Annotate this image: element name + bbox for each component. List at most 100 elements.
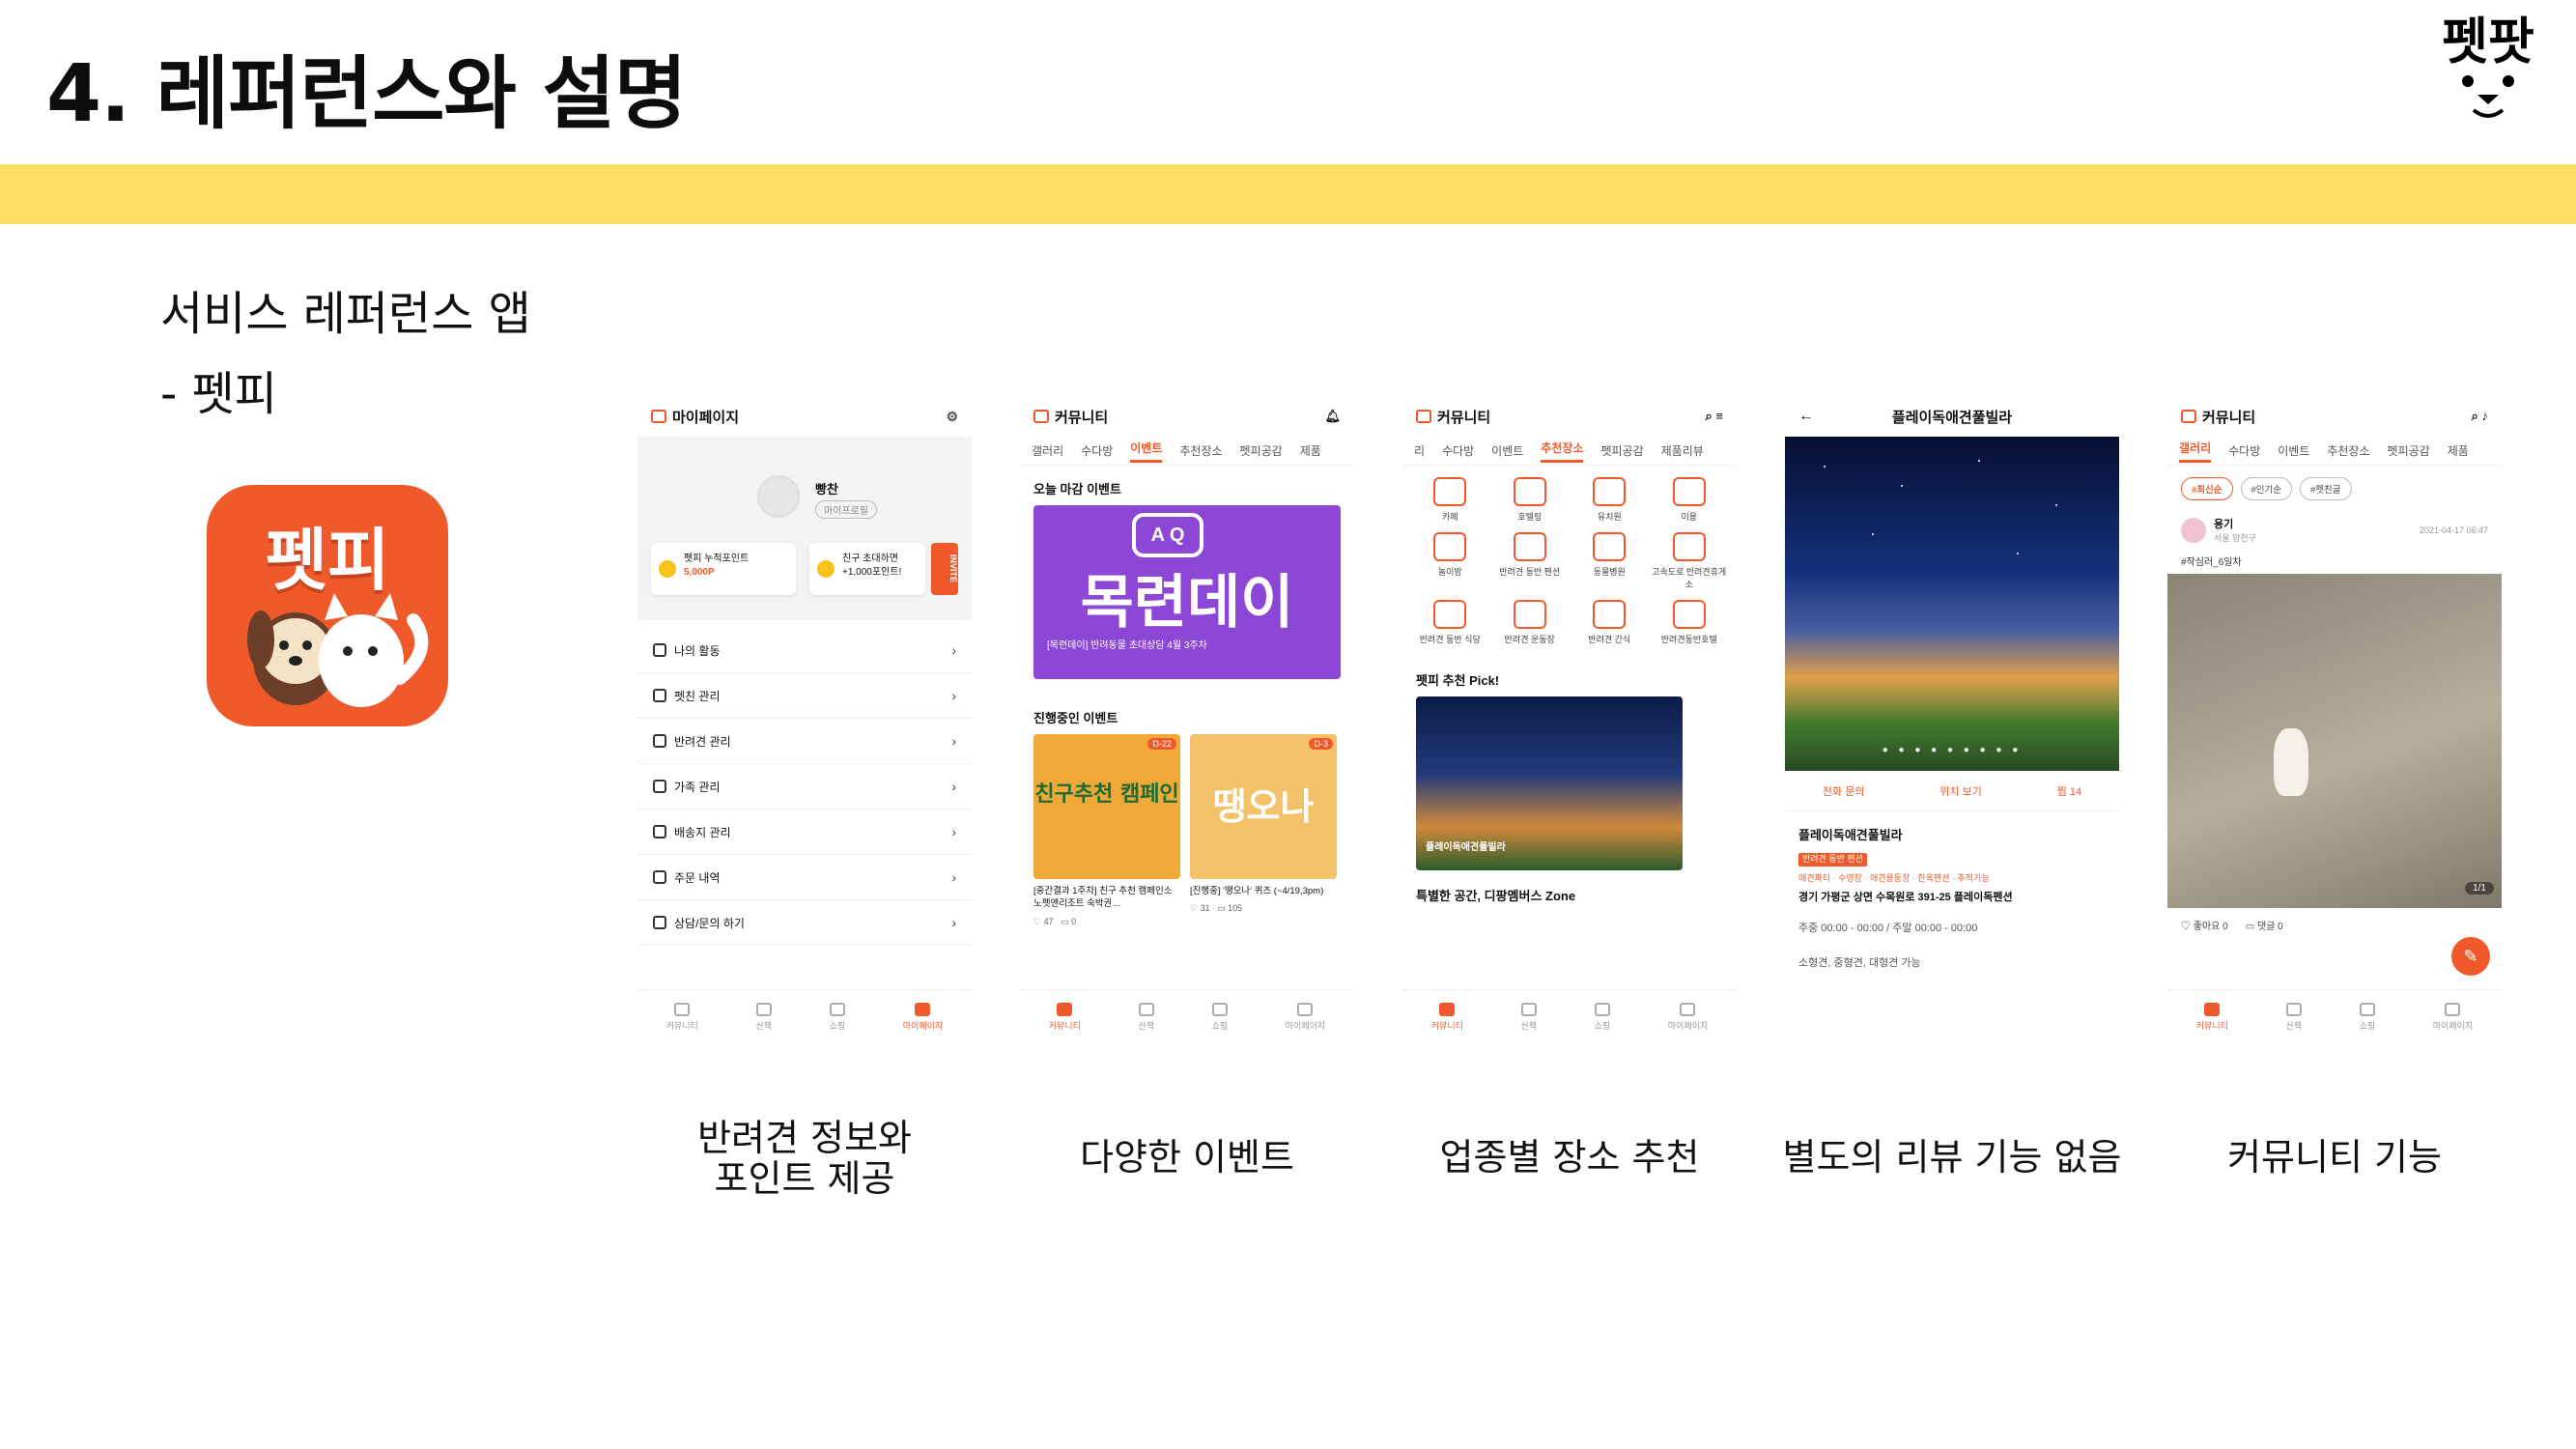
category-playroom[interactable]: 놀이방 <box>1410 532 1490 590</box>
tab-gallery[interactable]: 갤러리 <box>1032 442 1063 459</box>
menu-item[interactable]: 나의 활동 › <box>637 628 972 673</box>
location-button[interactable]: 위치 보기 <box>1939 783 1982 799</box>
tab-event[interactable]: 이벤트 <box>1491 442 1523 459</box>
nav-mypage[interactable]: 마이페이지 <box>1668 1002 1708 1032</box>
chip-popular[interactable]: #인기순 <box>2240 477 2293 500</box>
nav-community[interactable]: 커뮤니티 <box>1431 1002 1463 1032</box>
place-address: 경기 가평군 상면 수목원로 391-25 플레이독펜션 <box>1798 892 2013 903</box>
section-subtitle: - 펫피 <box>160 367 277 421</box>
category-cafe[interactable]: 카페 <box>1410 477 1490 523</box>
nav-shopping[interactable]: 쇼핑 <box>1595 1002 1610 1032</box>
menu-item[interactable]: 반려견 관리 › <box>637 719 972 764</box>
event-card[interactable]: D-3 땡오나 [진행중] '땡오나' 퀴즈 (~4/19,3pm) ♡ 31 … <box>1190 734 1337 927</box>
places-screen: 커뮤니티 ⌕ ≡ 리 수다방 이벤트 추천장소 펫피공감 제품리뷰 카페 호텔링… <box>1402 396 1737 1043</box>
coin-icon <box>817 560 835 578</box>
tab-reviews[interactable]: 제품리뷰 <box>1661 442 1704 459</box>
nav-mypage[interactable]: 마이페이지 <box>903 1002 943 1032</box>
favorite-button[interactable]: 찜 14 <box>2057 783 2081 799</box>
profile-badge[interactable]: 마이프로필 <box>815 500 877 519</box>
place-hero-image[interactable]: ● ● ● ● ● ● ● ● ● <box>1785 437 2119 771</box>
like-count: 31 <box>1200 903 1210 914</box>
community-icon <box>1057 1002 1073 1016</box>
nav-mypage[interactable]: 마이페이지 <box>1286 1002 1325 1032</box>
tab-chat[interactable]: 수다방 <box>1081 442 1113 459</box>
category-snack[interactable]: 반려견 간식 <box>1570 600 1650 645</box>
nav-community[interactable]: 커뮤니티 <box>2196 1002 2228 1032</box>
search-icon[interactable]: ⌕ ♪ <box>2472 409 2488 424</box>
ball-icon <box>1513 600 1546 629</box>
nav-label: 쇼핑 <box>2359 1020 2376 1031</box>
nav-walk[interactable]: 산책 <box>1138 1002 1154 1032</box>
call-button[interactable]: 전화 문의 <box>1823 783 1865 799</box>
comment-button[interactable]: ▭ 댓글 0 <box>2246 918 2283 932</box>
dog-photo <box>2274 728 2308 796</box>
back-arrow-icon[interactable]: ← <box>1798 408 1814 425</box>
nav-walk[interactable]: 산책 <box>1520 1002 1537 1032</box>
tab-gallery[interactable]: 갤러리 <box>2179 440 2212 463</box>
bell-icon[interactable]: 🔔︎ <box>1324 409 1341 424</box>
invite-button[interactable]: INVITE <box>931 543 958 595</box>
avatar[interactable] <box>2181 517 2206 543</box>
menu-item[interactable]: 주문 내역 › <box>637 855 972 900</box>
ongoing-events-title: 진행중인 이벤트 <box>1033 711 1118 725</box>
search-icon[interactable]: ⌕ ≡ <box>1706 409 1723 424</box>
tab-empathy[interactable]: 펫피공감 <box>2388 442 2430 459</box>
tab-event[interactable]: 이벤트 <box>2278 442 2309 459</box>
tab-empathy[interactable]: 펫피공감 <box>1600 442 1643 459</box>
tab-chat[interactable]: 수다방 <box>1442 442 1474 459</box>
nav-walk[interactable]: 산책 <box>755 1002 772 1032</box>
category-hotel[interactable]: 호텔링 <box>1490 477 1571 523</box>
menu-item[interactable]: 배송지 관리 › <box>637 810 972 855</box>
community-tabs: 리 수다방 이벤트 추천장소 펫피공감 제품리뷰 <box>1402 437 1737 466</box>
nav-shopping[interactable]: 쇼핑 <box>2359 1002 2376 1032</box>
profile-card: 빵찬 마이프로필 펫피 누적포인트 5,000P 친구 초대하면 +1,000포… <box>637 437 972 620</box>
nav-shopping[interactable]: 쇼핑 <box>1212 1002 1228 1032</box>
tab-places[interactable]: 추천장소 <box>1541 440 1584 463</box>
chevron-right-icon: › <box>951 824 956 839</box>
menu-item[interactable]: 상담/문의 하기 › <box>637 900 972 946</box>
nav-shopping[interactable]: 쇼핑 <box>830 1002 845 1032</box>
event-image: D-22 친구추천 캠페인 <box>1033 734 1180 879</box>
restaurant-icon <box>1433 600 1467 629</box>
tab-chat[interactable]: 수다방 <box>2228 442 2260 459</box>
post-user: 용기 <box>2214 519 2234 530</box>
person-icon <box>1680 1002 1696 1016</box>
settings-gear-icon[interactable]: ⚙ <box>946 409 958 425</box>
category-rest-area[interactable]: 고속도로 반려견휴게소 <box>1650 532 1730 590</box>
category-restaurant[interactable]: 반려견 동반 식당 <box>1410 600 1490 645</box>
carousel-dots[interactable]: ● ● ● ● ● ● ● ● ● <box>1785 745 2119 755</box>
event-banner[interactable]: A Q 목련데이 [목련데이] 반려동물 초대상담 4월 3주차 <box>1033 505 1341 679</box>
nav-mypage[interactable]: 마이페이지 <box>2433 1002 2473 1032</box>
menu-label: 나의 활동 <box>674 643 721 658</box>
nav-community[interactable]: 커뮤니티 <box>1049 1002 1081 1032</box>
tab-event[interactable]: 이벤트 <box>1130 440 1163 463</box>
post-image[interactable]: 1/1 <box>2167 574 2502 908</box>
menu-item[interactable]: 펫친 관리 › <box>637 673 972 719</box>
nav-community[interactable]: 커뮤니티 <box>666 1002 698 1032</box>
nav-label: 산책 <box>2285 1020 2303 1031</box>
tab-gallery[interactable]: 리 <box>1414 442 1425 459</box>
like-button[interactable]: ♡ 좋아요 0 <box>2181 918 2228 932</box>
tab-places[interactable]: 추천장소 <box>1179 442 1222 459</box>
category-hospital[interactable]: 동물병원 <box>1570 532 1650 590</box>
point-card[interactable]: 펫피 누적포인트 5,000P <box>651 543 796 595</box>
chip-friends[interactable]: #펫친글 <box>2300 477 2352 500</box>
write-post-pencil-icon[interactable]: ✎ <box>2451 937 2490 976</box>
category-pet-hotel[interactable]: 반려견동반호텔 <box>1650 600 1730 645</box>
tab-places[interactable]: 추천장소 <box>2327 442 2369 459</box>
event-card[interactable]: D-22 친구추천 캠페인 [중간결과 1주차] 친구 추천 캠페인소노펫앤리조… <box>1033 734 1180 927</box>
chevron-right-icon: › <box>951 779 956 794</box>
pick-image[interactable]: 플레이독애견풀빌라 <box>1416 696 1683 870</box>
tab-products[interactable]: 제품 <box>2448 442 2469 459</box>
tab-empathy[interactable]: 펫피공감 <box>1240 442 1283 459</box>
tab-products[interactable]: 제품 <box>1300 442 1321 459</box>
invite-card[interactable]: 친구 초대하면 +1,000포인트! <box>809 543 925 595</box>
avatar[interactable] <box>757 475 800 518</box>
nav-walk[interactable]: 산책 <box>2285 1002 2303 1032</box>
category-grooming[interactable]: 미용 <box>1650 477 1730 523</box>
chip-latest[interactable]: #최신순 <box>2181 477 2233 500</box>
category-kindergarten[interactable]: 유치원 <box>1570 477 1650 523</box>
menu-item[interactable]: 가족 관리 › <box>637 764 972 810</box>
category-pension[interactable]: 반려견 동반 펜션 <box>1490 532 1571 590</box>
category-playground[interactable]: 반려견 운동장 <box>1490 600 1571 645</box>
